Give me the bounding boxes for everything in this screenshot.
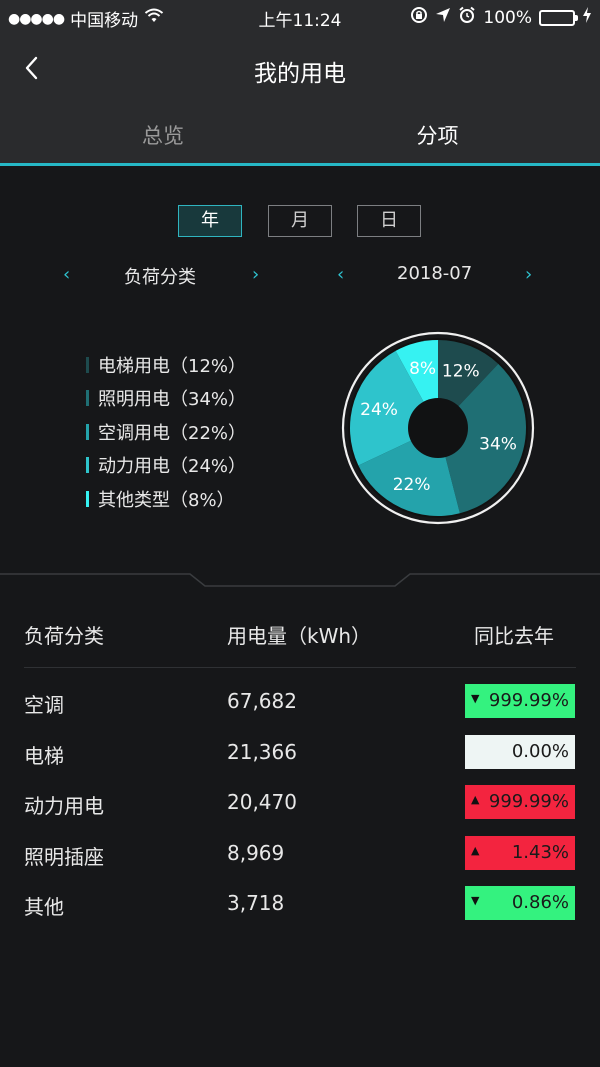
- status-bar: ●●●●● 中国移动 上午11:24 100%: [0, 0, 600, 34]
- pie-slice-label: 8%: [409, 359, 436, 379]
- period-month-button[interactable]: 月: [268, 205, 332, 237]
- row-usage: 8,969: [227, 840, 285, 865]
- yoy-badge: ▲ 999.99%: [465, 785, 575, 819]
- load-pie-chart: 12% 34% 22% 24% 8%: [341, 331, 535, 525]
- yoy-value: 1.43%: [511, 841, 569, 863]
- row-category: 动力用电: [24, 794, 104, 818]
- legend-label: 照明用电（34%）: [98, 389, 247, 411]
- table-row: 照明插座 8,969 ▲ 1.43%: [0, 830, 600, 881]
- legend-item: 电梯用电（12%）: [86, 348, 246, 382]
- legend-label: 动力用电（24%）: [98, 456, 247, 478]
- legend-item: 动力用电（24%）: [86, 449, 246, 483]
- table-row: 动力用电 20,470 ▲ 999.99%: [0, 779, 600, 830]
- row-category: 照明插座: [24, 844, 104, 869]
- tab-overview[interactable]: 总览: [14, 120, 314, 150]
- pie-hole: [408, 398, 468, 458]
- date-next-chevron-icon[interactable]: ›: [525, 264, 532, 285]
- column-header-category: 负荷分类: [24, 624, 104, 648]
- legend-swatch: [86, 457, 89, 474]
- yoy-value: 999.99%: [488, 690, 569, 711]
- page-title: 我的用电: [254, 61, 346, 87]
- column-header-usage: 用电量（kWh）: [227, 624, 372, 648]
- yoy-value: 999.99%: [488, 791, 569, 812]
- nav-bar: 我的用电: [0, 34, 600, 102]
- legend-item: 其他类型（8%）: [86, 482, 246, 516]
- usage-table: 空调 67,682 ▼ 999.99% 电梯 21,366 0.00% 动力用电…: [0, 678, 600, 931]
- row-usage: 21,366: [227, 739, 297, 764]
- row-usage: 67,682: [227, 689, 297, 713]
- battery-icon: [539, 9, 578, 26]
- tab-bar: 总览 分项: [0, 102, 600, 166]
- yoy-badge: ▼ 0.86%: [465, 886, 575, 920]
- chart-legend: 电梯用电（12%） 照明用电（34%） 空调用电（22%） 动力用电（24%） …: [86, 348, 246, 516]
- pie-slice-label: 22%: [393, 475, 431, 495]
- legend-label: 其他类型（8%）: [98, 489, 235, 511]
- location-icon: [435, 7, 451, 28]
- table-row: 其他 3,718 ▼ 0.86%: [0, 880, 600, 931]
- row-usage: 20,470: [227, 790, 297, 814]
- pie-slice-label: 24%: [360, 400, 398, 420]
- legend-swatch: [86, 490, 89, 507]
- arrow-down-icon: ▼: [471, 894, 480, 907]
- section-divider: [0, 573, 600, 587]
- yoy-value: 0.00%: [511, 740, 569, 762]
- tab-breakdown[interactable]: 分项: [300, 120, 575, 150]
- arrow-down-icon: ▼: [471, 692, 480, 705]
- row-category: 电梯: [24, 743, 64, 768]
- alarm-icon: [458, 6, 476, 29]
- legend-item: 空调用电（22%）: [86, 415, 246, 449]
- rotation-lock-icon: [410, 6, 428, 29]
- pie-slice-label: 34%: [479, 434, 517, 454]
- date-prev-chevron-icon[interactable]: ‹: [337, 264, 344, 285]
- row-usage: 3,718: [227, 891, 285, 915]
- legend-swatch: [86, 423, 89, 440]
- yoy-value: 0.86%: [511, 892, 569, 913]
- category-next-chevron-icon[interactable]: ›: [252, 264, 259, 285]
- legend-item: 照明用电（34%）: [86, 382, 246, 416]
- arrow-up-icon: ▲: [471, 843, 480, 857]
- legend-label: 电梯用电（12%）: [98, 355, 247, 377]
- charging-icon: [582, 7, 592, 28]
- table-row: 空调 67,682 ▼ 999.99%: [0, 678, 600, 729]
- date-selector: 2018-07: [397, 263, 473, 284]
- legend-swatch: [86, 390, 89, 407]
- legend-label: 空调用电（22%）: [98, 422, 247, 444]
- row-category: 空调: [24, 693, 64, 717]
- battery-percent: 100%: [483, 7, 532, 28]
- yoy-badge: ▼ 999.99%: [465, 684, 575, 718]
- row-category: 其他: [24, 895, 64, 919]
- status-right: 100%: [410, 6, 592, 29]
- category-prev-chevron-icon[interactable]: ‹: [63, 264, 70, 285]
- table-header-divider: [24, 667, 576, 668]
- pie-slice-label: 12%: [442, 361, 480, 381]
- legend-swatch: [86, 356, 89, 373]
- table-header: 负荷分类 用电量（kWh） 同比去年: [0, 620, 600, 650]
- table-row: 电梯 21,366 0.00%: [0, 729, 600, 780]
- column-header-yoy: 同比去年: [474, 624, 554, 648]
- arrow-up-icon: ▲: [471, 793, 480, 806]
- category-selector: 负荷分类: [124, 267, 196, 288]
- period-day-button[interactable]: 日: [357, 205, 421, 237]
- period-year-button[interactable]: 年: [178, 205, 242, 237]
- yoy-badge: ▲ 1.43%: [465, 835, 575, 870]
- yoy-badge: 0.00%: [465, 734, 575, 769]
